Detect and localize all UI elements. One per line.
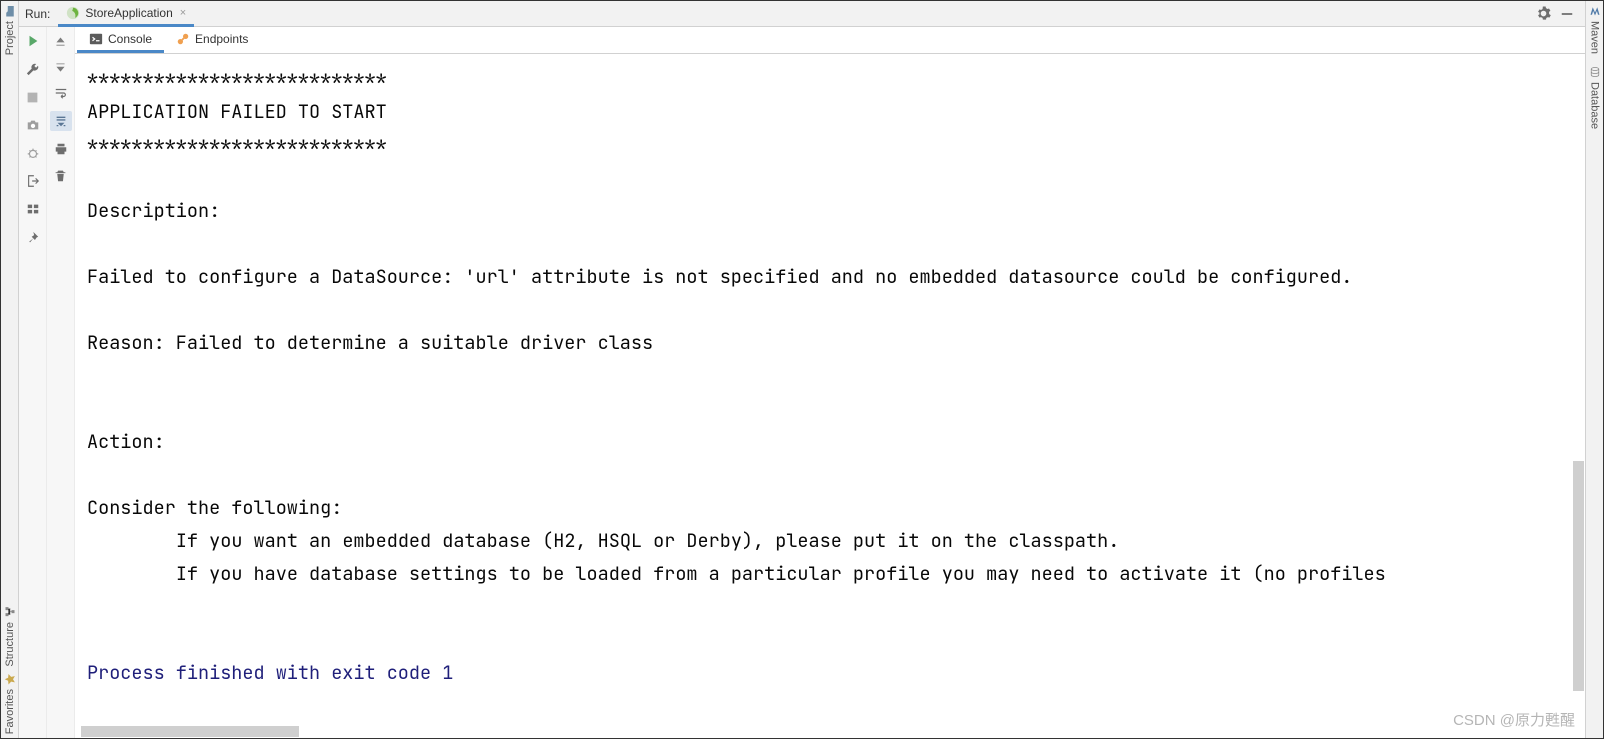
favorites-label: Favorites: [4, 689, 16, 734]
folder-icon: [4, 5, 16, 17]
console-panel: Console Endpoints **********************…: [75, 27, 1585, 738]
left-tool-bar: Project Structure Favorites: [1, 1, 19, 738]
soft-wrap-icon[interactable]: [53, 85, 69, 101]
run-header: Run: StoreApplication ×: [19, 1, 1585, 27]
gear-icon[interactable]: [1535, 6, 1551, 22]
database-label: Database: [1589, 82, 1601, 129]
exit-icon[interactable]: [25, 173, 41, 189]
camera-icon[interactable]: [25, 117, 41, 133]
print-icon[interactable]: [53, 141, 69, 157]
scroll-to-end-icon[interactable]: [50, 111, 72, 131]
debug-icon[interactable]: [25, 145, 41, 161]
close-icon[interactable]: ×: [180, 7, 186, 19]
console-line: Description:: [87, 198, 220, 223]
structure-tool-button[interactable]: Structure: [4, 606, 16, 667]
structure-icon: [4, 606, 16, 618]
run-actions-toolbar: [19, 27, 47, 738]
console-line: ***************************: [87, 132, 387, 157]
spring-boot-icon: [66, 6, 80, 20]
vertical-scroll-thumb[interactable]: [1573, 461, 1584, 691]
console-line: If you want an embedded database (H2, HS…: [87, 528, 1119, 553]
console-line: ***************************: [87, 66, 387, 91]
project-label: Project: [4, 21, 16, 55]
horizontal-scrollbar[interactable]: [81, 726, 1541, 737]
maven-label: Maven: [1589, 21, 1601, 54]
project-tool-button[interactable]: Project: [4, 5, 16, 55]
structure-label: Structure: [4, 622, 16, 667]
vertical-scrollbar[interactable]: [1573, 61, 1584, 724]
run-tool-window: Run: StoreApplication ×: [19, 1, 1585, 738]
pin-icon[interactable]: [25, 229, 41, 245]
maven-tool-button[interactable]: Maven: [1589, 5, 1601, 54]
minimize-icon[interactable]: [1559, 6, 1575, 22]
console-line: Action:: [87, 429, 165, 454]
endpoints-icon: [176, 32, 190, 46]
console-line: Failed to configure a DataSource: 'url' …: [87, 264, 1352, 289]
rerun-icon[interactable]: [25, 33, 41, 49]
scroll-down-icon[interactable]: [53, 59, 69, 75]
console-output[interactable]: *************************** APPLICATION …: [75, 54, 1585, 738]
favorites-tool-button[interactable]: Favorites: [4, 673, 16, 734]
tab-console[interactable]: Console: [77, 27, 164, 53]
exit-code-line: Process finished with exit code 1: [87, 660, 453, 685]
database-icon: [1589, 66, 1601, 78]
star-icon: [4, 673, 16, 685]
run-label: Run:: [23, 7, 58, 21]
console-line: Reason: Failed to determine a suitable d…: [87, 330, 653, 355]
horizontal-scroll-thumb[interactable]: [81, 726, 299, 737]
tab-endpoints-label: Endpoints: [195, 32, 248, 46]
run-config-tab[interactable]: StoreApplication ×: [58, 3, 194, 27]
trash-icon[interactable]: [53, 167, 69, 183]
console-line: Consider the following:: [87, 495, 342, 520]
database-tool-button[interactable]: Database: [1589, 66, 1601, 129]
layout-icon[interactable]: [25, 201, 41, 217]
stop-icon[interactable]: [25, 89, 41, 105]
run-config-name: StoreApplication: [85, 6, 172, 20]
wrench-icon[interactable]: [25, 61, 41, 77]
console-icon: [89, 32, 103, 46]
inner-tabs: Console Endpoints: [75, 27, 1585, 54]
tab-console-label: Console: [108, 32, 152, 46]
tab-endpoints[interactable]: Endpoints: [164, 27, 260, 53]
right-tool-bar: Maven Database: [1585, 1, 1603, 738]
maven-icon: [1589, 5, 1601, 17]
console-line: If you have database settings to be load…: [87, 561, 1386, 586]
console-line: APPLICATION FAILED TO START: [87, 99, 387, 124]
console-actions-toolbar: [47, 27, 75, 738]
scroll-up-icon[interactable]: [53, 33, 69, 49]
watermark: CSDN @原力甦醒: [1453, 709, 1575, 730]
